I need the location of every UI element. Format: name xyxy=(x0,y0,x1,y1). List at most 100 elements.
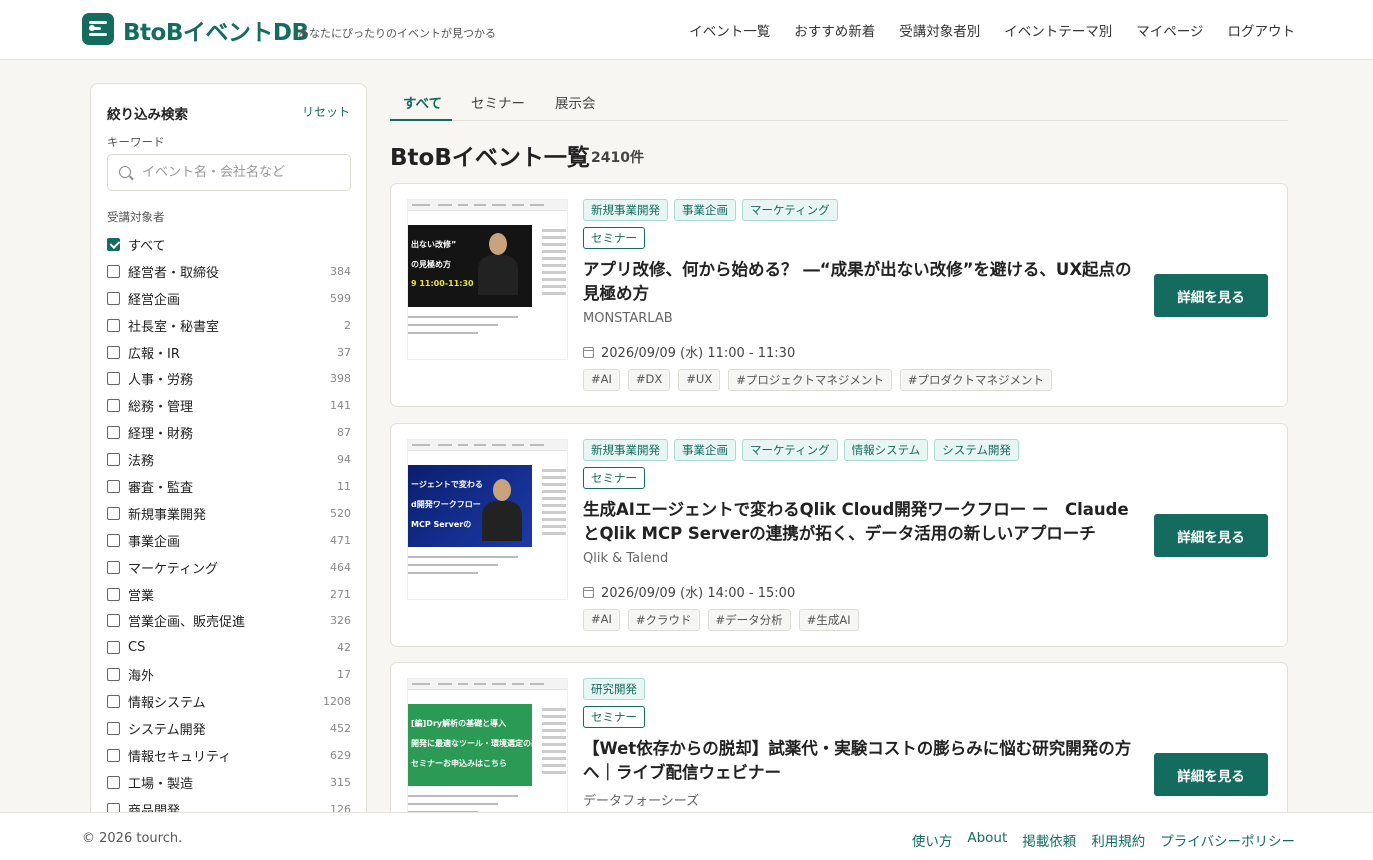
checkbox[interactable] xyxy=(107,721,120,735)
audience-option[interactable]: すべて xyxy=(107,231,351,258)
event-thumbnail[interactable]: [編]Dry解析の基礎と導入 開発に最適なツール・環境選定の基準～ セミナーお申込み… xyxy=(407,678,568,821)
category-badge[interactable]: 研究開発 xyxy=(583,678,645,700)
event-tag[interactable]: #生成AI xyxy=(798,609,859,631)
audience-option[interactable]: 審査・監査 11 xyxy=(107,473,351,500)
checkbox[interactable] xyxy=(107,641,120,655)
thumbnail-text: d開発ワークフロー xyxy=(411,500,481,509)
audience-option[interactable]: 経営者・取締役 384 xyxy=(107,258,351,285)
event-tag[interactable]: #プロジェクトマネジメント xyxy=(728,369,892,391)
checkbox[interactable] xyxy=(107,372,120,386)
footer-link-howto[interactable]: 使い方 xyxy=(912,830,953,850)
checkbox-checked[interactable] xyxy=(107,237,120,251)
category-badge[interactable]: 情報システム xyxy=(843,439,929,461)
audience-option[interactable]: 工場・製造 315 xyxy=(107,769,351,796)
checkbox[interactable] xyxy=(107,453,120,467)
view-details-button[interactable]: 詳細を見る xyxy=(1154,274,1268,317)
tab-seminar[interactable]: セミナー xyxy=(471,92,525,112)
event-company: Qlik & Talend xyxy=(583,551,669,566)
view-details-button[interactable]: 詳細を見る xyxy=(1154,514,1268,557)
audience-option[interactable]: 事業企画 471 xyxy=(107,527,351,554)
audience-option[interactable]: 経理・財務 87 xyxy=(107,419,351,446)
checkbox[interactable] xyxy=(107,775,120,789)
event-tag[interactable]: #DX xyxy=(627,369,671,391)
checkbox[interactable] xyxy=(107,695,120,709)
checkbox[interactable] xyxy=(107,587,120,601)
audience-option-label: 経理・財務 xyxy=(128,427,194,443)
category-badge[interactable]: マーケティング xyxy=(742,199,838,221)
tab-exhibition[interactable]: 展示会 xyxy=(555,92,596,112)
footer-link-terms[interactable]: 利用規約 xyxy=(1091,830,1145,850)
logo-icon[interactable] xyxy=(82,13,114,45)
audience-option[interactable]: 人事・労務 398 xyxy=(107,365,351,392)
search-input[interactable] xyxy=(142,155,342,190)
audience-option[interactable]: 総務・管理 141 xyxy=(107,392,351,419)
event-tag[interactable]: #プロダクトマネジメント xyxy=(899,369,1052,391)
thumbnail-text: 出ない改修” xyxy=(411,240,457,249)
checkbox[interactable] xyxy=(107,345,120,359)
checkbox[interactable] xyxy=(107,533,120,547)
event-tag[interactable]: #クラウド xyxy=(627,609,700,631)
audience-option[interactable]: マーケティング 464 xyxy=(107,554,351,581)
audience-option-label: 広報・IR xyxy=(128,346,180,362)
nav-event-list[interactable]: イベント一覧 xyxy=(689,20,770,40)
audience-option-count: 2 xyxy=(344,318,351,332)
event-tag[interactable]: #UX xyxy=(678,369,721,391)
category-badge[interactable]: マーケティング xyxy=(742,439,838,461)
nav-by-audience[interactable]: 受講対象者別 xyxy=(899,20,980,40)
audience-option-count: 384 xyxy=(330,264,351,278)
audience-option[interactable]: 海外 17 xyxy=(107,661,351,688)
reset-link[interactable]: リセット xyxy=(302,103,350,120)
audience-option[interactable]: 営業企画、販売促進 326 xyxy=(107,607,351,634)
category-badge[interactable]: 事業企画 xyxy=(674,439,736,461)
audience-option[interactable]: 広報・IR 37 xyxy=(107,339,351,366)
logo-text[interactable]: BtoBイベントDB xyxy=(123,13,309,47)
nav-mypage[interactable]: マイページ xyxy=(1136,20,1203,40)
event-title[interactable]: 生成AIエージェントで変わるQlik Cloud開発ワークフロー ー Claud… xyxy=(583,498,1143,546)
checkbox[interactable] xyxy=(107,748,120,762)
checkbox[interactable] xyxy=(107,479,120,493)
checkbox[interactable] xyxy=(107,506,120,520)
footer-link-about[interactable]: About xyxy=(967,830,1007,850)
audience-option[interactable]: 営業 271 xyxy=(107,581,351,608)
checkbox[interactable] xyxy=(107,614,120,628)
audience-option[interactable]: 社長室・秘書室 2 xyxy=(107,312,351,339)
event-tag[interactable]: #データ分析 xyxy=(707,609,791,631)
audience-option[interactable]: CS 42 xyxy=(107,634,351,661)
checkbox[interactable] xyxy=(107,264,120,278)
footer-link-listing[interactable]: 掲載依頼 xyxy=(1022,830,1076,850)
event-title[interactable]: 【Wet依存からの脱却】試薬代・実験コストの膨らみに悩む研究開発の方へ｜ライブ配… xyxy=(583,737,1143,785)
checkbox[interactable] xyxy=(107,668,120,682)
audience-option[interactable]: システム開発 452 xyxy=(107,715,351,742)
checkbox[interactable] xyxy=(107,426,120,440)
event-tag[interactable]: #AI xyxy=(583,369,620,391)
category-badge[interactable]: 新規事業開発 xyxy=(583,439,668,461)
audience-option-label: 社長室・秘書室 xyxy=(128,319,220,335)
audience-option[interactable]: 経営企画 599 xyxy=(107,285,351,312)
category-badge[interactable]: システム開発 xyxy=(934,439,1019,461)
calendar-icon xyxy=(583,587,594,598)
audience-option[interactable]: 情報システム 1208 xyxy=(107,688,351,715)
tab-all[interactable]: すべて xyxy=(403,92,442,112)
nav-recommended[interactable]: おすすめ新着 xyxy=(794,20,875,40)
audience-option[interactable]: 新規事業開発 520 xyxy=(107,500,351,527)
nav-logout[interactable]: ログアウト xyxy=(1228,20,1296,40)
search-box xyxy=(107,154,351,191)
event-thumbnail[interactable]: ージェントで変わる d開発ワークフロー MCP Serverの xyxy=(407,439,568,600)
checkbox[interactable] xyxy=(107,399,120,413)
audience-option[interactable]: 法務 94 xyxy=(107,446,351,473)
audience-option-count: 520 xyxy=(330,506,351,520)
event-thumbnail[interactable]: 出ない改修” の見極め方 9 11:00-11:30 xyxy=(407,199,568,360)
view-details-button[interactable]: 詳細を見る xyxy=(1154,753,1268,796)
category-badge[interactable]: 事業企画 xyxy=(674,199,736,221)
category-badges: 新規事業開発 事業企画 マーケティング xyxy=(583,199,838,221)
category-badge[interactable]: 新規事業開発 xyxy=(583,199,668,221)
event-tag[interactable]: #AI xyxy=(583,609,620,631)
audience-option[interactable]: 情報セキュリティ 629 xyxy=(107,742,351,769)
checkbox[interactable] xyxy=(107,291,120,305)
footer-link-privacy[interactable]: プライバシーポリシー xyxy=(1160,830,1295,850)
checkbox[interactable] xyxy=(107,318,120,332)
nav-by-theme[interactable]: イベントテーマ別 xyxy=(1004,20,1112,40)
checkbox[interactable] xyxy=(107,560,120,574)
event-title[interactable]: アプリ改修、何から始める？ ―“成果が出ない改修”を避ける、UX起点の見極め方 xyxy=(583,258,1143,306)
thumbnail-text: 9 11:00-11:30 xyxy=(411,279,474,288)
